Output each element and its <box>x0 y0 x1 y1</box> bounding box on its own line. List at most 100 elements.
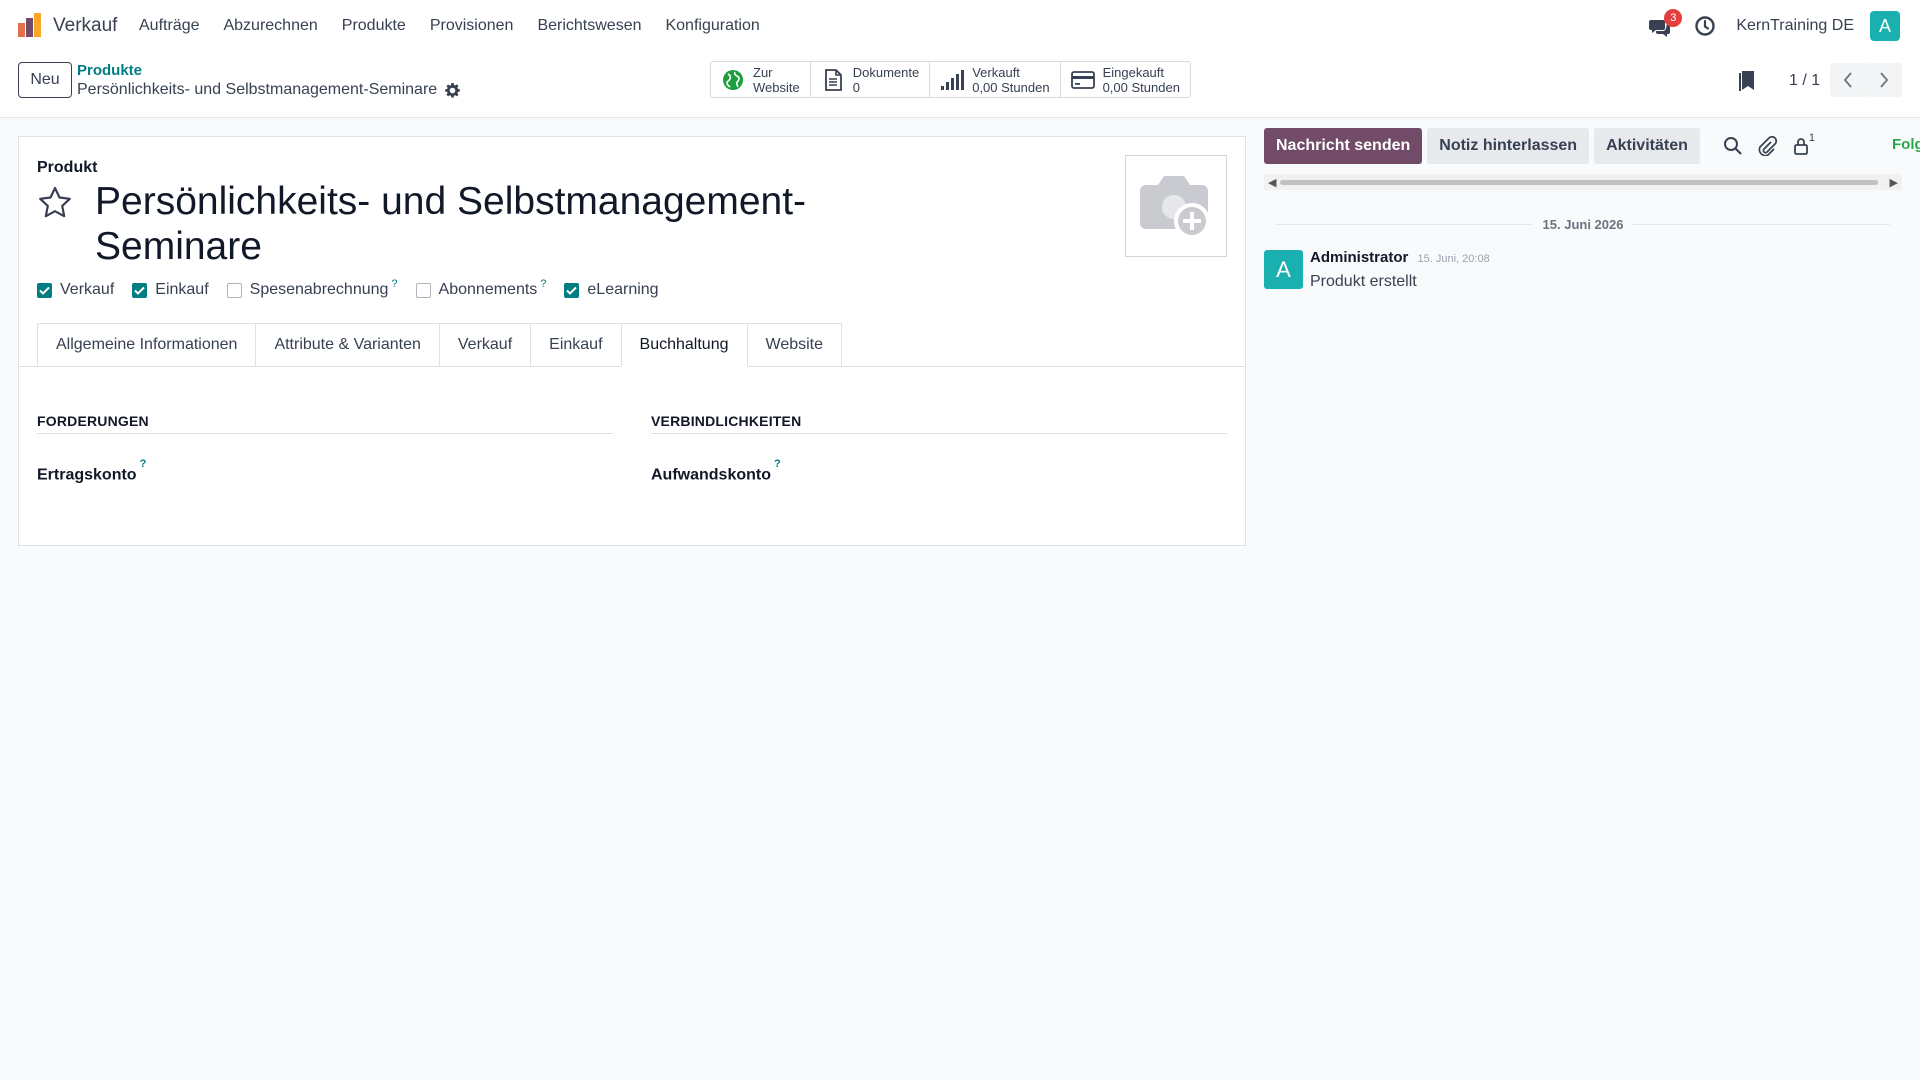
smart-button-documents[interactable]: Dokumente 0 <box>811 62 931 97</box>
field-label: Aufwandskonto <box>651 466 771 484</box>
tab-einkauf[interactable]: Einkauf <box>530 323 621 367</box>
pager-previous-button[interactable] <box>1830 63 1866 97</box>
breadcrumb-parent[interactable]: Produkte <box>77 62 142 79</box>
message-avatar[interactable]: A <box>1264 250 1303 289</box>
checkbox-elearning[interactable]: eLearning <box>564 281 659 299</box>
field-income-account[interactable]: Ertragskonto? <box>37 458 613 484</box>
signal-bars-icon <box>941 69 965 90</box>
field-expense-account[interactable]: Aufwandskonto? <box>651 458 1227 484</box>
checkbox-einkauf[interactable]: Einkauf <box>132 281 209 299</box>
menu-item-provisionen[interactable]: Provisionen <box>430 17 514 35</box>
product-options: Verkauf Einkauf Spesenabrechnung ? Abonn… <box>37 278 677 299</box>
search-icon[interactable] <box>1723 136 1743 156</box>
checkbox-spesenabrechnung[interactable]: Spesenabrechnung ? <box>226 278 398 299</box>
message-header: Administrator 15. Juni, 20:08 <box>1310 249 1490 266</box>
paperclip-icon[interactable] <box>1757 136 1777 156</box>
menu-item-produkte[interactable]: Produkte <box>342 17 406 35</box>
smart-button-value: 0 <box>852 79 860 95</box>
check-icon <box>566 286 578 295</box>
tab-verkauf[interactable]: Verkauf <box>438 323 531 367</box>
menu-item-konfiguration[interactable]: Konfiguration <box>665 17 759 35</box>
smart-button-label: Dokumente <box>852 64 920 80</box>
smart-button-sold[interactable]: Verkauft 0,00 Stunden <box>930 62 1061 97</box>
smart-button-label: Zur <box>753 64 773 80</box>
globe-icon <box>723 69 743 90</box>
company-switcher[interactable]: KernTraining DE <box>1736 17 1854 35</box>
checkbox-checked[interactable] <box>564 282 580 298</box>
checkbox-verkauf[interactable]: Verkauf <box>37 281 114 299</box>
user-avatar[interactable]: A <box>1870 11 1900 41</box>
smart-buttons: Zur Website Dokumente 0 Verkauft 0,00 St… <box>710 61 1191 98</box>
scroll-thumb[interactable] <box>1280 180 1878 185</box>
chatter-scrollbar[interactable]: ◀ ▶ <box>1264 174 1902 190</box>
smart-button-purchased[interactable]: Eingekauft 0,00 Stunden <box>1061 62 1190 97</box>
send-message-button[interactable]: Nachricht senden <box>1264 128 1423 164</box>
smart-button-label: Verkauft <box>972 64 1020 80</box>
new-button[interactable]: Neu <box>18 62 72 98</box>
main-menu: Aufträge Abzurechnen Produkte Provisione… <box>139 17 784 35</box>
follower-count: 1 <box>1808 132 1815 144</box>
log-note-button[interactable]: Notiz hinterlassen <box>1427 128 1590 164</box>
message-date: 15. Juni, 20:08 <box>1417 253 1490 265</box>
checkbox-label: Abonnements <box>438 281 538 298</box>
smart-button-value: 0,00 Stunden <box>1102 79 1180 95</box>
activities-button[interactable]: Aktivitäten <box>1594 128 1700 164</box>
scroll-right-icon[interactable]: ▶ <box>1890 176 1898 189</box>
chevron-right-icon <box>1880 72 1889 88</box>
checkbox-unchecked[interactable] <box>415 282 431 298</box>
check-icon <box>39 286 50 295</box>
product-image-upload[interactable] <box>1125 155 1227 257</box>
smart-button-value: 0,00 Stunden <box>972 79 1050 95</box>
gear-icon[interactable] <box>445 82 460 98</box>
checkbox-abonnements[interactable]: Abonnements ? <box>415 278 546 299</box>
app-name[interactable]: Verkauf <box>53 15 117 37</box>
menu-item-berichtswesen[interactable]: Berichtswesen <box>537 17 641 35</box>
checkbox-label: Einkauf <box>155 281 209 298</box>
smart-button-label: Eingekauft <box>1102 64 1165 80</box>
bookmark-icon[interactable] <box>1738 70 1756 92</box>
follow-button[interactable]: Folgen <box>1892 136 1920 153</box>
star-icon[interactable] <box>37 185 73 221</box>
credit-card-icon <box>1070 70 1095 89</box>
follower-lock-icon[interactable] <box>1791 136 1811 156</box>
tab-attribute-varianten[interactable]: Attribute & Varianten <box>255 323 439 367</box>
menu-item-abzurechnen[interactable]: Abzurechnen <box>223 17 317 35</box>
section-title: FORDERUNGEN <box>37 413 613 434</box>
check-icon <box>134 286 145 295</box>
smart-button-website[interactable]: Zur Website <box>711 62 811 97</box>
help-tooltip-icon[interactable]: ? <box>391 278 397 290</box>
checkbox-unchecked[interactable] <box>226 282 242 298</box>
chat-badge: 3 <box>1664 9 1683 27</box>
tab-allgemeine-informationen[interactable]: Allgemeine Informationen <box>37 323 256 367</box>
help-tooltip-icon[interactable]: ? <box>540 278 546 290</box>
scroll-left-icon[interactable]: ◀ <box>1268 176 1276 189</box>
smart-button-website-text: Zur Website <box>753 65 800 95</box>
smart-button-value: Website <box>753 79 800 95</box>
help-tooltip-icon[interactable]: ? <box>140 458 147 470</box>
camera-plus-icon <box>1140 176 1210 239</box>
top-navbar: Verkauf Aufträge Abzurechnen Produkte Pr… <box>0 0 1920 52</box>
field-label: Ertragskonto <box>37 466 137 484</box>
control-panel: Neu Produkte Persönlichkeits- und Selbst… <box>0 52 1920 118</box>
help-tooltip-icon[interactable]: ? <box>774 458 781 470</box>
clock-icon[interactable] <box>1694 15 1716 37</box>
sales-app-icon[interactable] <box>17 13 42 38</box>
tab-website[interactable]: Website <box>746 323 843 367</box>
messaging-button[interactable]: 3 <box>1648 9 1683 40</box>
date-separator: 15. Juni 2026 <box>1276 216 1890 232</box>
checkbox-label: eLearning <box>587 281 659 298</box>
chatter-topbar: Nachricht senden Notiz hinterlassen Akti… <box>1264 128 1817 164</box>
menu-item-auftraege[interactable]: Aufträge <box>139 17 199 35</box>
document-icon <box>824 68 842 91</box>
smart-button-sold-text: Verkauft 0,00 Stunden <box>972 65 1049 95</box>
product-name-field[interactable]: Persönlichkeits- und Selbstmanagement-Se… <box>95 179 855 269</box>
navbar-systray: 3 KernTraining DE A <box>1648 9 1900 41</box>
checkbox-checked[interactable] <box>37 282 52 298</box>
date-separator-label: 15. Juni 2026 <box>1542 216 1624 232</box>
pager-value[interactable]: 1 / 1 <box>1789 72 1820 90</box>
tab-buchhaltung[interactable]: Buchhaltung <box>620 323 747 367</box>
chevron-left-icon <box>1843 72 1852 88</box>
message-author[interactable]: Administrator <box>1310 249 1408 266</box>
pager-next-button[interactable] <box>1866 63 1902 97</box>
checkbox-checked[interactable] <box>132 282 148 298</box>
